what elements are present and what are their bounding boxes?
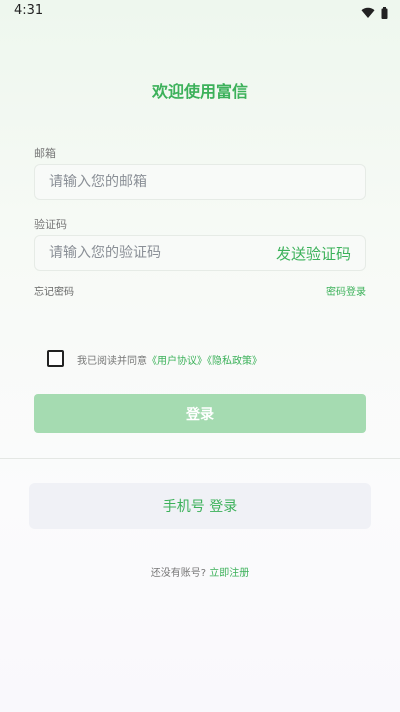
register-prompt: 还没有账号? 立即注册 bbox=[0, 564, 400, 579]
status-time: 4:31 bbox=[14, 3, 44, 18]
status-icons bbox=[361, 4, 388, 23]
divider bbox=[0, 458, 400, 459]
phone-login-button[interactable]: 手机号 登录 bbox=[29, 483, 371, 529]
battery-icon bbox=[381, 4, 388, 23]
user-agreement-link[interactable]: 《用户协议》 bbox=[147, 356, 207, 367]
email-label: 邮箱 bbox=[34, 147, 56, 160]
login-button[interactable]: 登录 bbox=[34, 394, 366, 433]
email-field-container[interactable] bbox=[34, 164, 366, 200]
code-label: 验证码 bbox=[34, 218, 67, 231]
send-code-button[interactable]: 发送验证码 bbox=[276, 243, 351, 264]
code-field-container[interactable]: 发送验证码 bbox=[34, 235, 366, 271]
password-login-link[interactable]: 密码登录 bbox=[326, 283, 366, 298]
privacy-policy-link[interactable]: 《隐私政策》 bbox=[207, 356, 262, 367]
register-prompt-text: 还没有账号? bbox=[150, 568, 207, 579]
agreement-checkbox[interactable] bbox=[47, 350, 64, 367]
status-bar: 4:31 bbox=[0, 0, 400, 24]
agreement-text: 我已阅读并同意《用户协议》《隐私政策》 bbox=[77, 352, 262, 367]
wifi-icon bbox=[361, 4, 375, 23]
verification-code-field[interactable] bbox=[49, 245, 276, 261]
forgot-password-link[interactable]: 忘记密码 bbox=[34, 283, 74, 298]
page-title: 欢迎使用富信 bbox=[151, 82, 248, 101]
email-field[interactable] bbox=[49, 174, 351, 190]
agreement-prefix: 我已阅读并同意 bbox=[77, 356, 147, 367]
register-link[interactable]: 立即注册 bbox=[209, 568, 249, 579]
